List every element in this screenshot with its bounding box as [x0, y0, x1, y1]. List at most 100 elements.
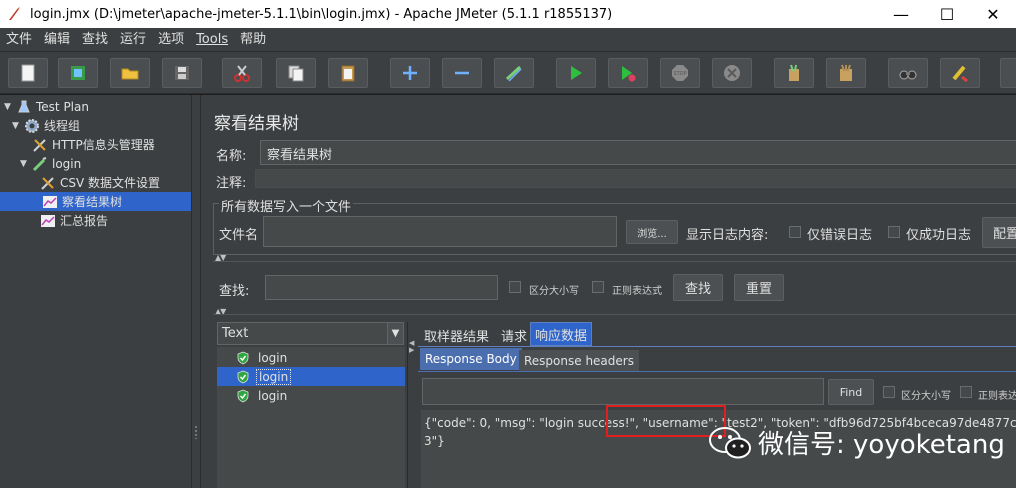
tree-item-label: CSV 数据文件设置 [60, 176, 161, 190]
chart-icon [40, 213, 56, 229]
expand-arrow-icon[interactable]: ▼ [20, 159, 30, 169]
flask-icon [16, 99, 32, 115]
shutdown-button[interactable] [712, 58, 752, 88]
paste-button[interactable] [328, 58, 368, 88]
success-shield-icon [237, 389, 249, 402]
renderer-value: Text [222, 326, 249, 341]
menu-run[interactable]: 运行 [114, 28, 152, 52]
tab-request[interactable]: 请求 [497, 324, 531, 346]
tree-item-csv-data-set[interactable]: CSV 数据文件设置 [40, 173, 160, 192]
name-input[interactable]: 察看结果树 [260, 140, 1016, 165]
find-case-sensitive-label: 区分大小写 [901, 391, 951, 402]
tab-response-headers[interactable]: Response headers [519, 350, 639, 372]
errors-only-label: 仅错误日志 [807, 228, 873, 243]
toolbar-overflow-button[interactable] [1000, 58, 1016, 88]
clear-all-button[interactable] [826, 58, 866, 88]
wechat-watermark: 微信号: yoyoketang [708, 424, 1005, 461]
menu-edit[interactable]: 编辑 [38, 28, 76, 52]
chevron-down-icon[interactable]: ▼ [387, 323, 403, 344]
find-button[interactable]: Find [828, 379, 874, 405]
tree-item-label: 汇总报告 [60, 214, 109, 228]
config-button[interactable]: 配置 [982, 217, 1016, 248]
find-input[interactable] [422, 378, 824, 405]
case-sensitive-label: 区分大小写 [529, 286, 579, 297]
find-regex-checkbox[interactable] [960, 386, 972, 398]
success-shield-icon [237, 370, 249, 383]
tree-item-test-plan[interactable]: ▼ Test Plan [4, 97, 89, 116]
templates-button[interactable] [58, 58, 98, 88]
copy-icon [288, 65, 304, 82]
regex-checkbox[interactable] [592, 281, 604, 293]
clear-button[interactable] [774, 58, 814, 88]
search-button[interactable]: 查找 [673, 274, 723, 301]
search-input[interactable] [265, 275, 498, 300]
splitter-grip[interactable] [194, 425, 198, 439]
filename-input[interactable] [263, 216, 617, 247]
result-item[interactable]: login [236, 348, 405, 367]
success-only-checkbox[interactable] [888, 226, 900, 238]
splitter-arrows-icon[interactable]: ◀ ▶ [409, 340, 414, 354]
success-shield-icon [237, 351, 249, 364]
tree-item-label: 察看结果树 [62, 195, 123, 209]
toggle-icon [505, 65, 522, 82]
browse-button[interactable]: 浏览... [626, 220, 678, 244]
find-regex-label: 正则表达 [978, 391, 1016, 402]
case-sensitive-checkbox[interactable] [509, 281, 521, 293]
menu-options[interactable]: 选项 [152, 28, 190, 52]
tree-item-view-results-tree[interactable]: 察看结果树 [0, 192, 191, 211]
open-button[interactable] [110, 58, 150, 88]
search-icon [899, 70, 917, 80]
copy-button[interactable] [276, 58, 316, 88]
result-item-selected[interactable]: login [217, 367, 405, 386]
tab-response-body[interactable]: Response Body [420, 348, 522, 370]
results-splitter[interactable]: ◀ ▶ [407, 322, 417, 488]
filename-label: 文件名 [219, 228, 259, 243]
expand-arrow-icon[interactable]: ▼ [12, 121, 22, 131]
maximize-icon: ☐ [939, 4, 955, 24]
expand-icon [403, 66, 417, 80]
menu-search[interactable]: 查找 [76, 28, 114, 52]
menu-bar: 文件 编辑 查找 运行 选项 Tools 帮助 [0, 28, 1016, 52]
start-icon [571, 66, 582, 80]
menu-file[interactable]: 文件 [0, 28, 38, 52]
comment-input[interactable] [255, 169, 1016, 188]
search-button[interactable] [888, 58, 928, 88]
collapse-all-button[interactable] [442, 58, 482, 88]
success-only-label: 仅成功日志 [906, 228, 972, 243]
start-button[interactable] [556, 58, 596, 88]
tree-item-http-header-manager[interactable]: HTTP信息头管理器 [32, 135, 155, 154]
expand-all-button[interactable] [390, 58, 430, 88]
result-item[interactable]: login [236, 386, 405, 405]
write-to-file-group-title: 所有数据写入一个文件 [219, 196, 354, 215]
minimize-button[interactable]: — [878, 0, 924, 28]
save-button[interactable] [162, 58, 202, 88]
close-button[interactable]: ✕ [970, 0, 1016, 28]
tab-response-data[interactable]: 响应数据 [530, 322, 593, 346]
cut-button[interactable] [222, 58, 262, 88]
menu-help[interactable]: 帮助 [234, 28, 272, 52]
tree-item-login-sampler[interactable]: ▼ login [20, 154, 81, 173]
stop-button[interactable]: STOP [660, 58, 700, 88]
start-no-pause-button[interactable] [608, 58, 648, 88]
open-icon [121, 68, 139, 80]
shutdown-icon [724, 65, 740, 81]
wrench-icon [40, 175, 56, 191]
reset-button[interactable]: 重置 [734, 274, 784, 301]
log-content-label: 显示日志内容: [686, 228, 769, 243]
tree-item-summary-report[interactable]: 汇总报告 [40, 211, 108, 230]
new-button[interactable] [8, 58, 48, 88]
expand-arrow-icon[interactable]: ▼ [4, 102, 14, 112]
tab-sampler-result[interactable]: 取样器结果 [420, 324, 493, 346]
tree-item-label: Test Plan [36, 99, 89, 114]
menu-tools[interactable]: Tools [190, 28, 234, 52]
tree-item-thread-group[interactable]: ▼ 线程组 [12, 116, 80, 135]
reset-search-button[interactable] [940, 58, 980, 88]
maximize-button[interactable]: ☐ [924, 0, 970, 28]
renderer-select[interactable]: Text ▼ [217, 322, 404, 345]
find-case-sensitive-checkbox[interactable] [883, 386, 895, 398]
chart-icon [42, 194, 58, 210]
errors-only-checkbox[interactable] [789, 226, 801, 238]
panel-splitter[interactable] [191, 95, 201, 488]
divider [418, 371, 1016, 372]
toggle-button[interactable] [494, 58, 534, 88]
